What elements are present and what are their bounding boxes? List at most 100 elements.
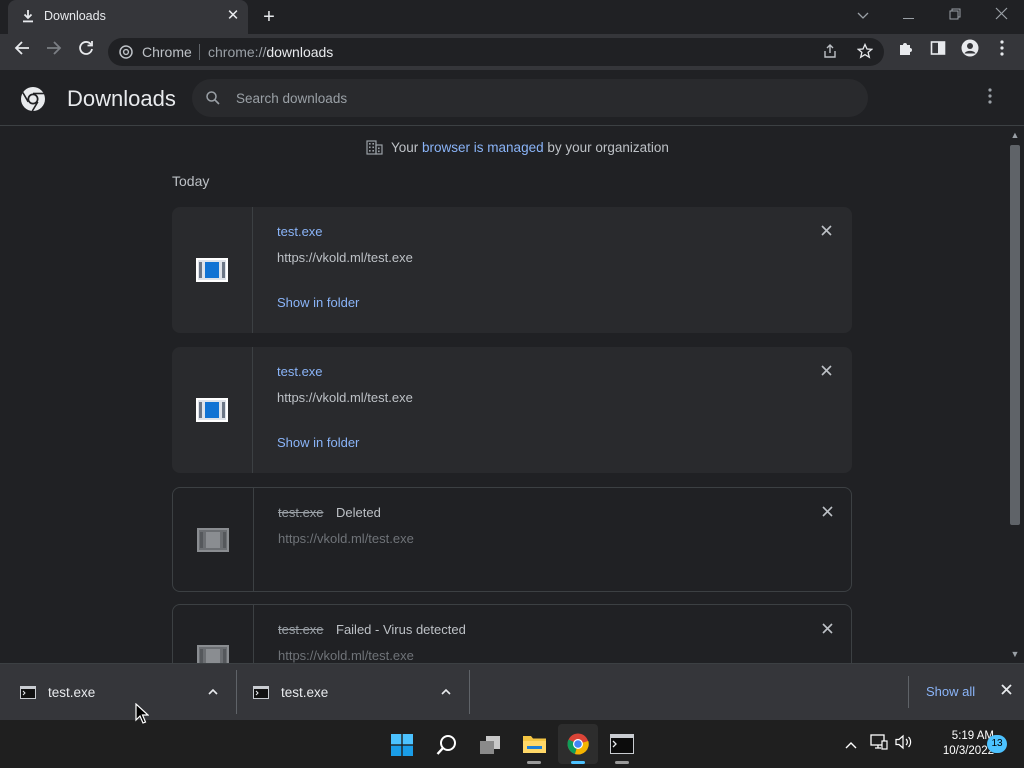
download-url[interactable]: https://vkold.ml/test.exe [278,531,414,546]
managed-link[interactable]: browser is managed [422,140,544,155]
download-url[interactable]: https://vkold.ml/test.exe [278,648,414,663]
share-icon [824,44,836,58]
scroll-up-button[interactable]: ▲ [1009,130,1021,140]
volume-button[interactable] [894,734,914,754]
task-view-button[interactable] [470,724,510,764]
console-app-icon [20,686,36,699]
managed-notice: Your browser is managed by your organiza… [366,140,669,155]
windows-taskbar: 5:19 AM 10/3/2022 13 [0,720,1024,768]
download-url[interactable]: https://vkold.ml/test.exe [277,250,413,265]
shelf-separator [469,670,470,714]
shelf-download-item[interactable]: test.exe [0,672,232,712]
shelf-item-options-button[interactable] [437,682,455,700]
download-item: test.exe https://vkold.ml/test.exe Show … [172,347,852,473]
close-window-button[interactable] [985,4,1017,26]
show-in-folder-link[interactable]: Show in folder [277,435,359,450]
downloads-header: Downloads [0,70,1024,126]
scroll-down-button[interactable]: ▼ [1009,649,1021,659]
extensions-button[interactable] [893,39,919,65]
puzzle-icon [900,43,912,55]
address-bar[interactable]: Chrome chrome://downloads [108,38,884,66]
side-panel-button[interactable] [925,39,951,65]
chevron-up-icon [441,688,451,695]
show-hidden-icons-button[interactable] [841,734,861,754]
taskbar-search-button[interactable] [426,724,466,764]
start-button[interactable] [382,724,422,764]
back-button[interactable] [9,39,35,65]
shelf-item-options-button[interactable] [204,682,222,700]
reload-icon [79,41,93,55]
taskbar-file-explorer[interactable] [514,724,554,764]
minimize-button[interactable] [893,4,925,26]
download-filename-link[interactable]: test.exe [277,364,323,379]
page-menu-button[interactable] [980,88,1000,108]
download-url[interactable]: https://vkold.ml/test.exe [277,390,413,405]
close-icon [1000,684,1012,695]
exe-file-icon [196,258,228,282]
system-clock[interactable]: 5:19 AM 10/3/2022 [920,729,994,759]
share-button[interactable] [822,43,840,61]
building-icon [366,140,383,155]
download-item-failed: test.exe Failed - Virus detected https:/… [172,604,852,663]
page-title: Downloads [67,86,176,111]
kebab-menu-icon [1000,40,1004,56]
chevron-down-icon [857,12,869,19]
tab-search-button[interactable] [847,4,879,26]
scrollbar-thumb[interactable] [1010,145,1020,525]
section-heading-today: Today [172,173,210,189]
task-view-icon [480,736,500,754]
close-icon [821,506,833,517]
chrome-icon [567,733,589,755]
chrome-menu-button[interactable] [989,39,1015,65]
console-app-icon [610,734,634,754]
download-shelf: test.exe test.exe Show all [0,663,1024,720]
bookmark-button[interactable] [856,42,875,61]
tab-title: Downloads [44,9,106,23]
download-icon [23,10,33,23]
card-divider [252,347,253,473]
running-indicator [527,761,541,764]
download-filename: test.exe [278,622,324,637]
clock-time: 5:19 AM [951,730,994,742]
reload-button[interactable] [73,39,99,65]
taskbar-chrome[interactable] [558,724,598,764]
show-all-button[interactable]: Show all [926,684,975,699]
tab-close-button[interactable]: ✕ [223,6,243,26]
remove-download-button[interactable] [817,503,837,523]
chrome-logo-icon [21,87,45,112]
mouse-cursor-icon [135,703,149,724]
address-separator [199,44,200,60]
show-in-folder-link[interactable]: Show in folder [277,295,359,310]
star-icon [856,42,874,59]
profile-button[interactable] [957,39,983,65]
card-divider [252,207,253,333]
taskbar-terminal[interactable] [602,724,642,764]
shelf-download-item[interactable]: test.exe [233,672,465,712]
downloads-list: Your browser is managed by your organiza… [0,127,1006,663]
search-icon [206,91,220,105]
remove-download-button[interactable] [816,222,836,242]
chevron-up-icon [845,742,857,749]
restore-button[interactable] [939,4,971,26]
search-box[interactable] [192,79,868,117]
minimize-icon [903,18,914,19]
new-tab-button[interactable]: + [258,6,280,28]
close-icon [820,365,832,376]
side-panel-icon [930,41,946,55]
tab-downloads[interactable]: Downloads ✕ [8,0,248,34]
close-shelf-button[interactable] [996,681,1016,701]
remove-download-button[interactable] [816,362,836,382]
search-input[interactable] [236,88,836,108]
forward-button[interactable] [41,39,67,65]
close-icon [995,7,1007,20]
page-scrollbar[interactable]: ▲ ▼ [1006,127,1024,663]
download-filename-link[interactable]: test.exe [277,224,323,239]
network-button[interactable] [869,734,889,754]
download-filename: test.exe [278,505,324,520]
download-item-deleted: test.exe Deleted https://vkold.ml/test.e… [172,487,852,592]
url-text[interactable]: chrome://downloads [208,44,333,60]
remove-download-button[interactable] [817,620,837,640]
notification-badge[interactable]: 13 [987,735,1007,753]
back-arrow-icon [14,41,29,55]
tab-strip: Downloads ✕ + [0,0,1024,34]
